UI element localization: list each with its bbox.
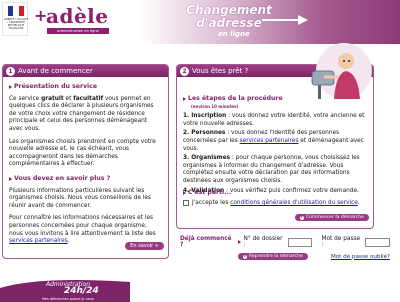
step-label: 2. Personnes [183,130,226,137]
terms-label: J'accepte les conditions générales d'uti… [192,200,360,206]
service-desc-part: Ce service [9,95,42,102]
step-label: 1. Inscription [183,113,227,120]
footer-24h-logo: 24h/24 [64,286,99,296]
admin-24h-footer[interactable]: Administration 24h/24 Mes démarches quan… [0,278,130,302]
partners-info-part: Pour connaître les informations nécessai… [9,215,156,237]
resume-section: Déjà commencé ? N° de dossier : Mot de p… [180,236,391,260]
service-description: Ce service gratuit et facultatif vous pe… [9,96,162,134]
page-subtitle: en ligne [218,30,250,38]
triangle-bullet-icon [183,96,186,101]
info-gather-text: Plusieurs informations particulières sui… [9,187,151,209]
step-label: 3. Organismes [183,155,231,162]
resume-procedure-label: Reprendre la démarche [249,254,303,259]
terms-label-part: J'accepte les [192,200,231,206]
step-number-badge: 2 [180,66,189,76]
dossier-label: N° de dossier : [243,236,283,248]
play-bullet-icon [243,254,247,259]
triangle-bullet-icon [9,176,12,181]
list-item: 3. Organismes : pour chaque personne, vo… [183,155,369,185]
service-desc-facultatif: facultatif [73,95,104,102]
start-title: C'est parti... [188,189,232,196]
service-desc-gratuit: gratuit [41,95,64,102]
adele-logo-subtitle: administration en ligne [47,28,109,34]
resume-label: Déjà commencé ? [180,236,232,248]
terms-link[interactable]: conditions générales d'utilisation du se… [230,200,358,206]
password-label: Mot de passe : [321,236,361,248]
play-bullet-icon [299,215,304,220]
triangle-bullet-icon [237,240,241,244]
woman-illustration-icon [311,43,372,99]
service-desc-part: et [63,95,74,102]
organisms-description: Les organismes choisis prendront en comp… [9,138,156,168]
start-procedure-label: Commencer la démarche [305,215,364,220]
arrow-right-icon [262,15,308,25]
learn-more-button[interactable]: En savoir + [125,242,164,250]
before-start-title: Avant de commencer [18,67,93,75]
start-heading: C'est parti... [183,189,369,196]
resume-row: Déjà commencé ? N° de dossier : Mot de p… [180,236,391,248]
start-procedure-button[interactable]: Commencer la démarche [294,214,369,221]
steps-title: Les étapes de la procédure [188,95,283,102]
service-presentation-heading: Présentation du service [9,83,162,91]
resume-actions: Reprendre la démarche Mot de passe oubli… [180,253,390,260]
terms-checkbox[interactable] [183,200,189,206]
password-input[interactable] [365,237,391,247]
partner-services-link[interactable]: services partenaires [240,138,299,144]
dossier-number-input[interactable] [287,237,313,247]
service-presentation-title: Présentation du service [14,83,98,90]
forgot-password-link[interactable]: Mot de passe oublié? [331,254,390,260]
before-start-panel: 1 Avant de commencer Présentation du ser… [2,64,169,259]
french-flag-icon [8,6,24,16]
procedure-steps: Les étapes de la procédure (environ 10 m… [183,95,369,195]
rf-logo-text: LIBERTÉ • ÉGALITÉ • FRATERNITÉ RÉPUBLIQU… [3,18,29,30]
step-number-badge: 1 [6,66,15,76]
terms-row: J'accepte les conditions générales d'uti… [183,200,369,206]
list-item: 2. Personnes : vous donnez l'identité de… [183,130,369,153]
list-item: 1. Inscription : vous donnez votre ident… [183,113,369,128]
start-section: C'est parti... J'accepte les conditions … [183,189,369,206]
republique-francaise-logo[interactable]: LIBERTÉ • ÉGALITÉ • FRATERNITÉ RÉPUBLIQU… [2,2,28,36]
resume-procedure-button[interactable]: Reprendre la démarche [238,253,308,260]
learn-more-heading: Vous devez en savoir plus ? [9,175,162,183]
steps-list: 1. Inscription : vous donnez votre ident… [183,113,369,195]
terms-label-part: . [357,200,360,206]
adele-logo-name: adèle [46,4,109,28]
triangle-bullet-icon [183,190,186,195]
triangle-bullet-icon [9,84,12,89]
partner-services-link[interactable]: services partenaires [9,238,68,244]
partners-info-part: . [67,238,70,245]
before-start-panel-header: 1 Avant de commencer [3,65,168,77]
learn-more-title: Vous devez en savoir plus ? [14,174,111,182]
footer-tagline: Mes démarches quand je veux [42,297,94,301]
steps-duration-note: (environ 10 minutes) [191,103,239,109]
ready-title: Vous êtes prêt ? [192,67,249,75]
